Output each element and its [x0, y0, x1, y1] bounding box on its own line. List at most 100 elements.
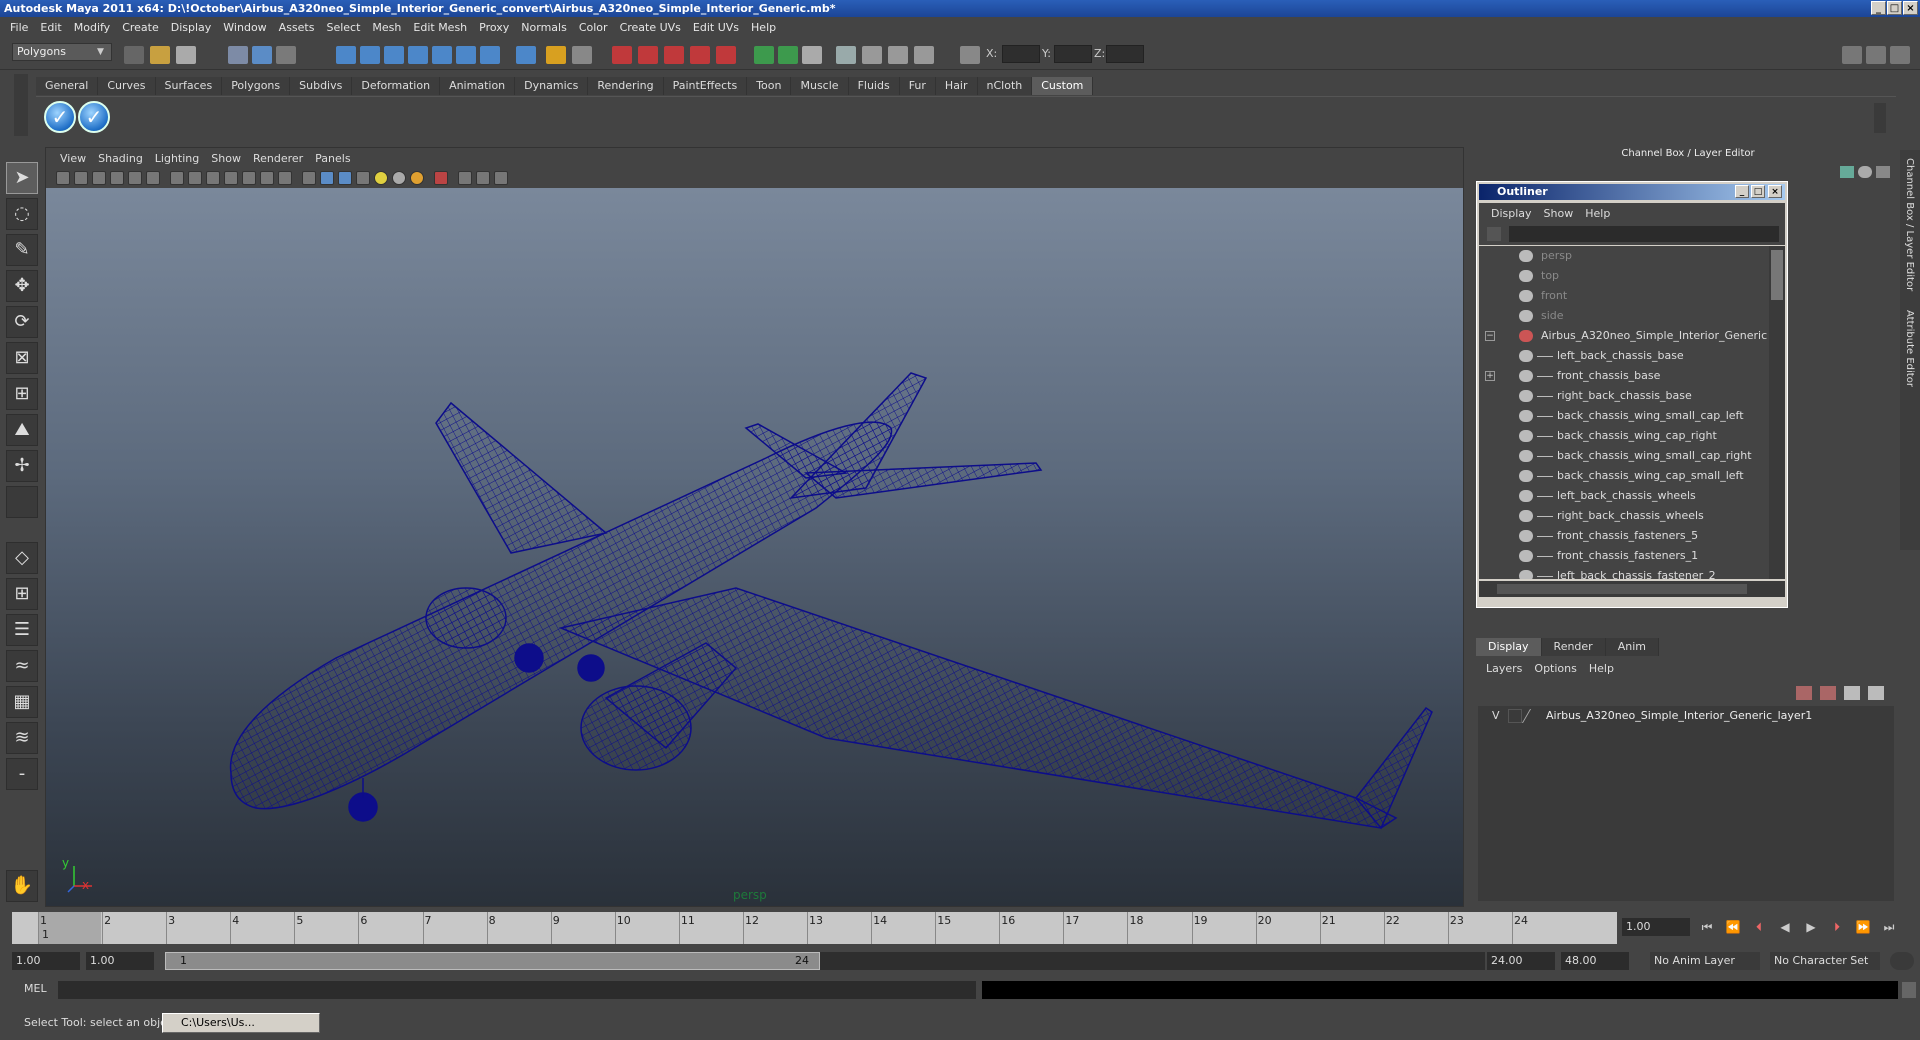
menu-edit[interactable]: Edit [34, 21, 67, 34]
gate-mask-icon[interactable] [224, 171, 238, 185]
shelf-tab-custom[interactable]: Custom [1032, 77, 1094, 95]
camera-select-icon[interactable] [56, 171, 70, 185]
outliner-item[interactable]: persp [1479, 246, 1769, 266]
open-scene-icon[interactable] [150, 46, 170, 64]
range-slider-thumb[interactable]: 1 24 [165, 952, 820, 970]
outliner-close-button[interactable]: × [1768, 185, 1782, 198]
layer-template-toggle[interactable] [1508, 709, 1522, 723]
viewport-menu-lighting[interactable]: Lighting [149, 152, 205, 165]
paint-select-tool-icon[interactable]: ✎ [6, 234, 38, 266]
x-field[interactable] [1002, 45, 1040, 63]
menu-display[interactable]: Display [165, 21, 218, 34]
outliner-item[interactable]: back_chassis_wing_small_cap_right [1479, 446, 1769, 466]
safe-action-icon[interactable] [260, 171, 274, 185]
tool-settings-toggle-icon[interactable] [1866, 46, 1886, 64]
shelf-tab-deformation[interactable]: Deformation [352, 77, 441, 95]
lock-icon[interactable] [546, 46, 566, 64]
shelf-tab-fluids[interactable]: Fluids [848, 77, 900, 95]
single-perspective-layout-icon[interactable]: ◇ [6, 542, 38, 574]
menu-create[interactable]: Create [116, 21, 165, 34]
layer-menu-options[interactable]: Options [1528, 660, 1582, 678]
viewport-menu-show[interactable]: Show [205, 152, 247, 165]
layer-tab-render[interactable]: Render [1541, 638, 1606, 656]
close-button[interactable]: × [1903, 1, 1918, 15]
script-editor-icon[interactable] [1902, 982, 1916, 998]
outliner-item[interactable]: back_chassis_wing_cap_right [1479, 426, 1769, 446]
construction-icon[interactable] [480, 46, 500, 64]
anim-layer-dropdown[interactable]: No Anim Layer [1650, 952, 1760, 970]
layout-options-icon[interactable]: - [6, 758, 38, 790]
render-settings-icon[interactable] [802, 46, 822, 64]
ipr-icon[interactable] [862, 46, 882, 64]
menu-proxy[interactable]: Proxy [473, 21, 515, 34]
menu-window[interactable]: Window [217, 21, 272, 34]
safe-title-icon[interactable] [278, 171, 292, 185]
outliner-item[interactable]: left_back_chassis_fastener_2 [1479, 566, 1769, 579]
menu-color[interactable]: Color [573, 21, 614, 34]
magnet-icon[interactable] [612, 46, 632, 64]
help-icon[interactable] [516, 46, 536, 64]
layer-menu-layers[interactable]: Layers [1480, 660, 1528, 678]
shelf-tab-fur[interactable]: Fur [899, 77, 936, 95]
shelf-tab-general[interactable]: General [36, 77, 99, 95]
menu-mesh[interactable]: Mesh [366, 21, 407, 34]
shelf-tab-ncloth[interactable]: nCloth [977, 77, 1033, 95]
xray-icon[interactable] [434, 171, 448, 185]
outliner-item[interactable]: back_chassis_wing_small_cap_left [1479, 406, 1769, 426]
outliner-item[interactable]: right_back_chassis_base [1479, 386, 1769, 406]
field-chart-icon[interactable] [242, 171, 256, 185]
shadows-icon[interactable] [392, 171, 406, 185]
snapshot-icon[interactable] [888, 46, 908, 64]
new-layer-selected-icon[interactable] [1820, 686, 1836, 700]
channels-icon[interactable] [1840, 166, 1854, 178]
layer-row[interactable]: V Airbus_A320neo_Simple_Interior_Generic… [1478, 706, 1894, 726]
outliner-item[interactable]: side [1479, 306, 1769, 326]
layer-visibility-toggle[interactable]: V [1492, 706, 1500, 726]
outliner-vscroll[interactable] [1769, 246, 1785, 579]
shelf-tab-dynamics[interactable]: Dynamics [515, 77, 589, 95]
attribute-editor-side-tab[interactable]: Attribute Editor [1904, 310, 1915, 387]
layer-color-swatch[interactable] [1521, 709, 1543, 723]
high-quality-icon[interactable] [410, 171, 424, 185]
layer-tab-anim[interactable]: Anim [1605, 638, 1659, 656]
go-to-end-icon[interactable]: ⏭ [1878, 918, 1900, 936]
menu-create-uvs[interactable]: Create UVs [614, 21, 687, 34]
play-forward-icon[interactable]: ▶ [1800, 918, 1822, 936]
isolate-select-icon[interactable] [458, 171, 472, 185]
manip-icon[interactable] [1858, 166, 1872, 178]
character-set-dropdown[interactable]: No Character Set [1770, 952, 1880, 970]
step-forward-key-icon[interactable]: ⏩ [1852, 918, 1874, 936]
wireframe-shading-icon[interactable] [302, 171, 316, 185]
smooth-shading-icon[interactable] [320, 171, 334, 185]
collapse-icon[interactable]: − [1485, 331, 1495, 341]
viewport-menu-renderer[interactable]: Renderer [247, 152, 309, 165]
select-component-icon[interactable] [276, 46, 296, 64]
two-d-pan-icon[interactable] [128, 171, 142, 185]
expand-icon[interactable]: + [1485, 371, 1495, 381]
outliner-menu-display[interactable]: Display [1485, 207, 1538, 220]
save-scene-icon[interactable] [176, 46, 196, 64]
resolution-gate-icon[interactable] [206, 171, 220, 185]
check-icon[interactable]: ✓ [44, 101, 76, 133]
animation-start-field[interactable]: 1.00 [12, 952, 80, 970]
outliner-item[interactable]: front [1479, 286, 1769, 306]
xray-joints-icon[interactable] [476, 171, 490, 185]
channel-box-toggle-icon[interactable] [1890, 46, 1910, 64]
render-region-icon[interactable] [754, 46, 774, 64]
select-tool-icon[interactable]: ➤ [6, 162, 38, 194]
viewport-menu-shading[interactable]: Shading [92, 152, 149, 165]
command-input[interactable] [58, 981, 976, 999]
outliner-item[interactable]: front_chassis_fasteners_1 [1479, 546, 1769, 566]
outliner-minimize-button[interactable]: _ [1735, 185, 1749, 198]
shelf-tab-animation[interactable]: Animation [440, 77, 516, 95]
maximize-button[interactable]: □ [1887, 1, 1902, 15]
outliner-item[interactable]: front_chassis_fasteners_5 [1479, 526, 1769, 546]
shelf-tab-rendering[interactable]: Rendering [588, 77, 664, 95]
soft-mod-tool-icon[interactable]: ⛰ [6, 414, 38, 446]
grease-pencil-icon[interactable] [146, 171, 160, 185]
hypershade-icon[interactable] [836, 46, 856, 64]
paint-effects-icon[interactable]: ✋ [6, 870, 38, 902]
shelf-tab-painteffects[interactable]: PaintEffects [663, 77, 748, 95]
last-tool-icon[interactable] [6, 486, 38, 518]
outliner-hscroll-thumb[interactable] [1497, 584, 1747, 594]
